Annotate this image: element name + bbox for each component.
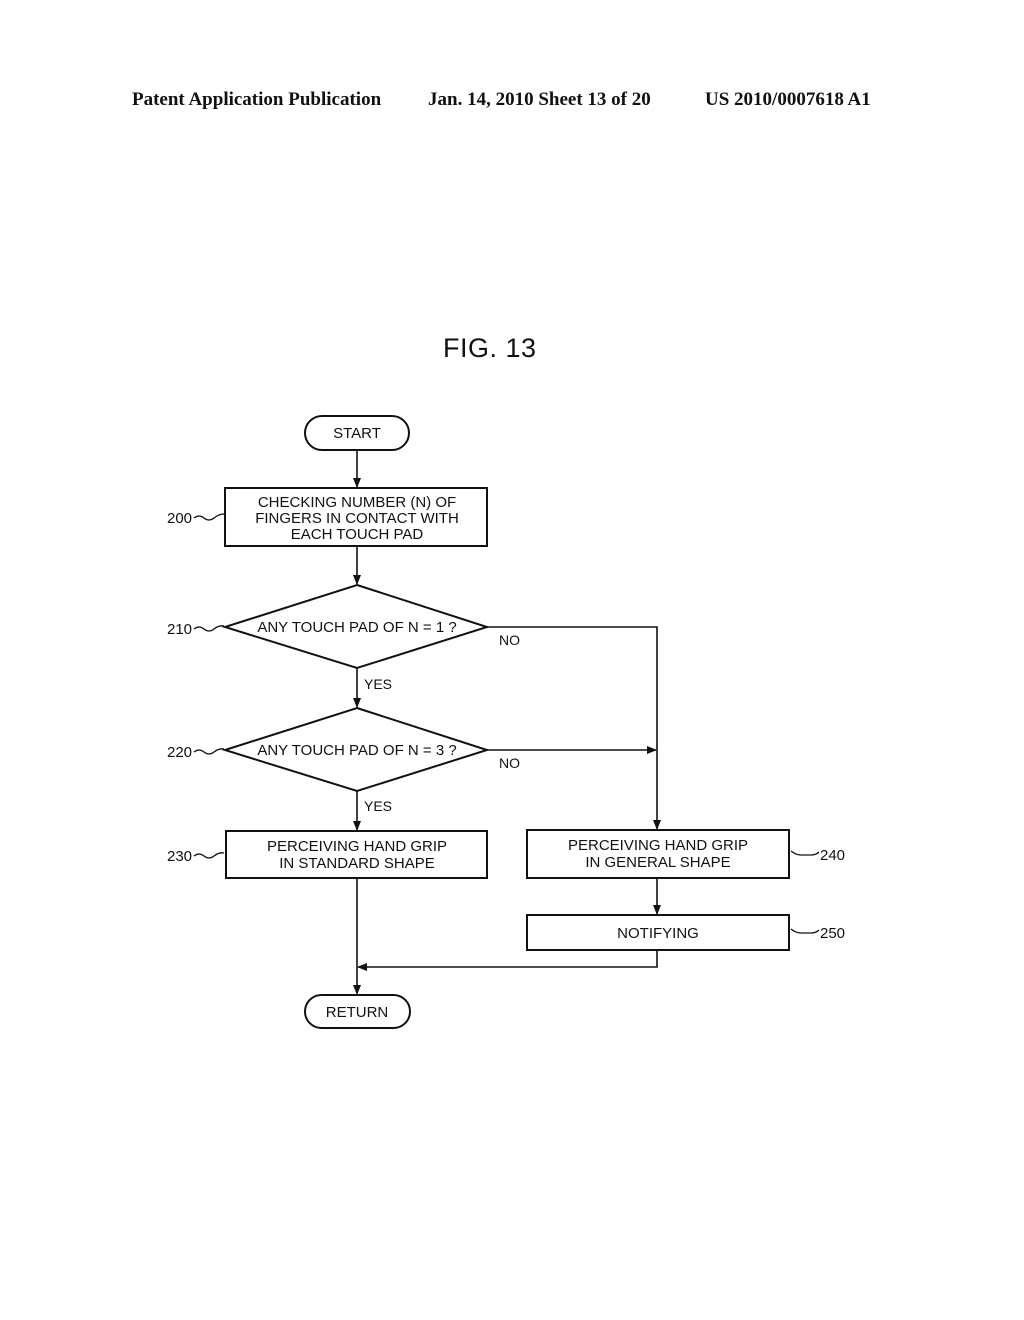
ref-numeral-250: 250: [820, 925, 845, 942]
edge-label-210-no: NO: [499, 632, 520, 648]
node-200-line-1: CHECKING NUMBER (N) OF: [258, 494, 456, 511]
ref-numeral-220: 220: [167, 744, 192, 761]
node-250-label: NOTIFYING: [617, 925, 699, 942]
node-200: CHECKING NUMBER (N) OF FINGERS IN CONTAC…: [167, 487, 488, 547]
node-220: ANY TOUCH PAD OF N = 3 ? 220: [167, 706, 491, 793]
node-230-line-2: IN STANDARD SHAPE: [279, 855, 435, 872]
node-200-line-3: EACH TOUCH PAD: [291, 526, 424, 543]
node-230: PERCEIVING HAND GRIP IN STANDARD SHAPE 2…: [167, 830, 488, 879]
leader-200: [193, 513, 225, 521]
node-230-line-1: PERCEIVING HAND GRIP: [267, 838, 447, 855]
node-start: START: [304, 415, 410, 451]
edge-label-210-yes: YES: [364, 676, 392, 692]
node-250: NOTIFYING 250: [526, 914, 845, 951]
leader-230: [193, 852, 225, 859]
start-label: START: [333, 425, 381, 442]
edge-label-220-no: NO: [499, 755, 520, 771]
ref-numeral-210: 210: [167, 621, 192, 638]
leader-240: [790, 850, 820, 856]
leader-220: [193, 748, 225, 755]
leader-250: [790, 928, 820, 934]
node-return: RETURN: [304, 994, 411, 1029]
leader-210: [193, 625, 225, 632]
edge-250-to-return: [357, 950, 658, 971]
node-240-line-2: IN GENERAL SHAPE: [585, 854, 730, 871]
node-210-label: ANY TOUCH PAD OF N = 1 ?: [257, 619, 456, 636]
node-200-line-2: FINGERS IN CONTACT WITH: [255, 510, 459, 527]
ref-numeral-200: 200: [167, 510, 192, 527]
flowchart: NO YES NO YES START CHECKING NUMBER (N) …: [167, 415, 845, 1029]
return-label: RETURN: [326, 1004, 389, 1021]
node-210: ANY TOUCH PAD OF N = 1 ? 210: [167, 583, 491, 670]
node-240-line-1: PERCEIVING HAND GRIP: [568, 837, 748, 854]
ref-numeral-230: 230: [167, 848, 192, 865]
node-220-label: ANY TOUCH PAD OF N = 3 ?: [257, 742, 456, 759]
edge-label-220-yes: YES: [364, 798, 392, 814]
node-240: PERCEIVING HAND GRIP IN GENERAL SHAPE 24…: [526, 829, 845, 879]
ref-numeral-240: 240: [820, 847, 845, 864]
